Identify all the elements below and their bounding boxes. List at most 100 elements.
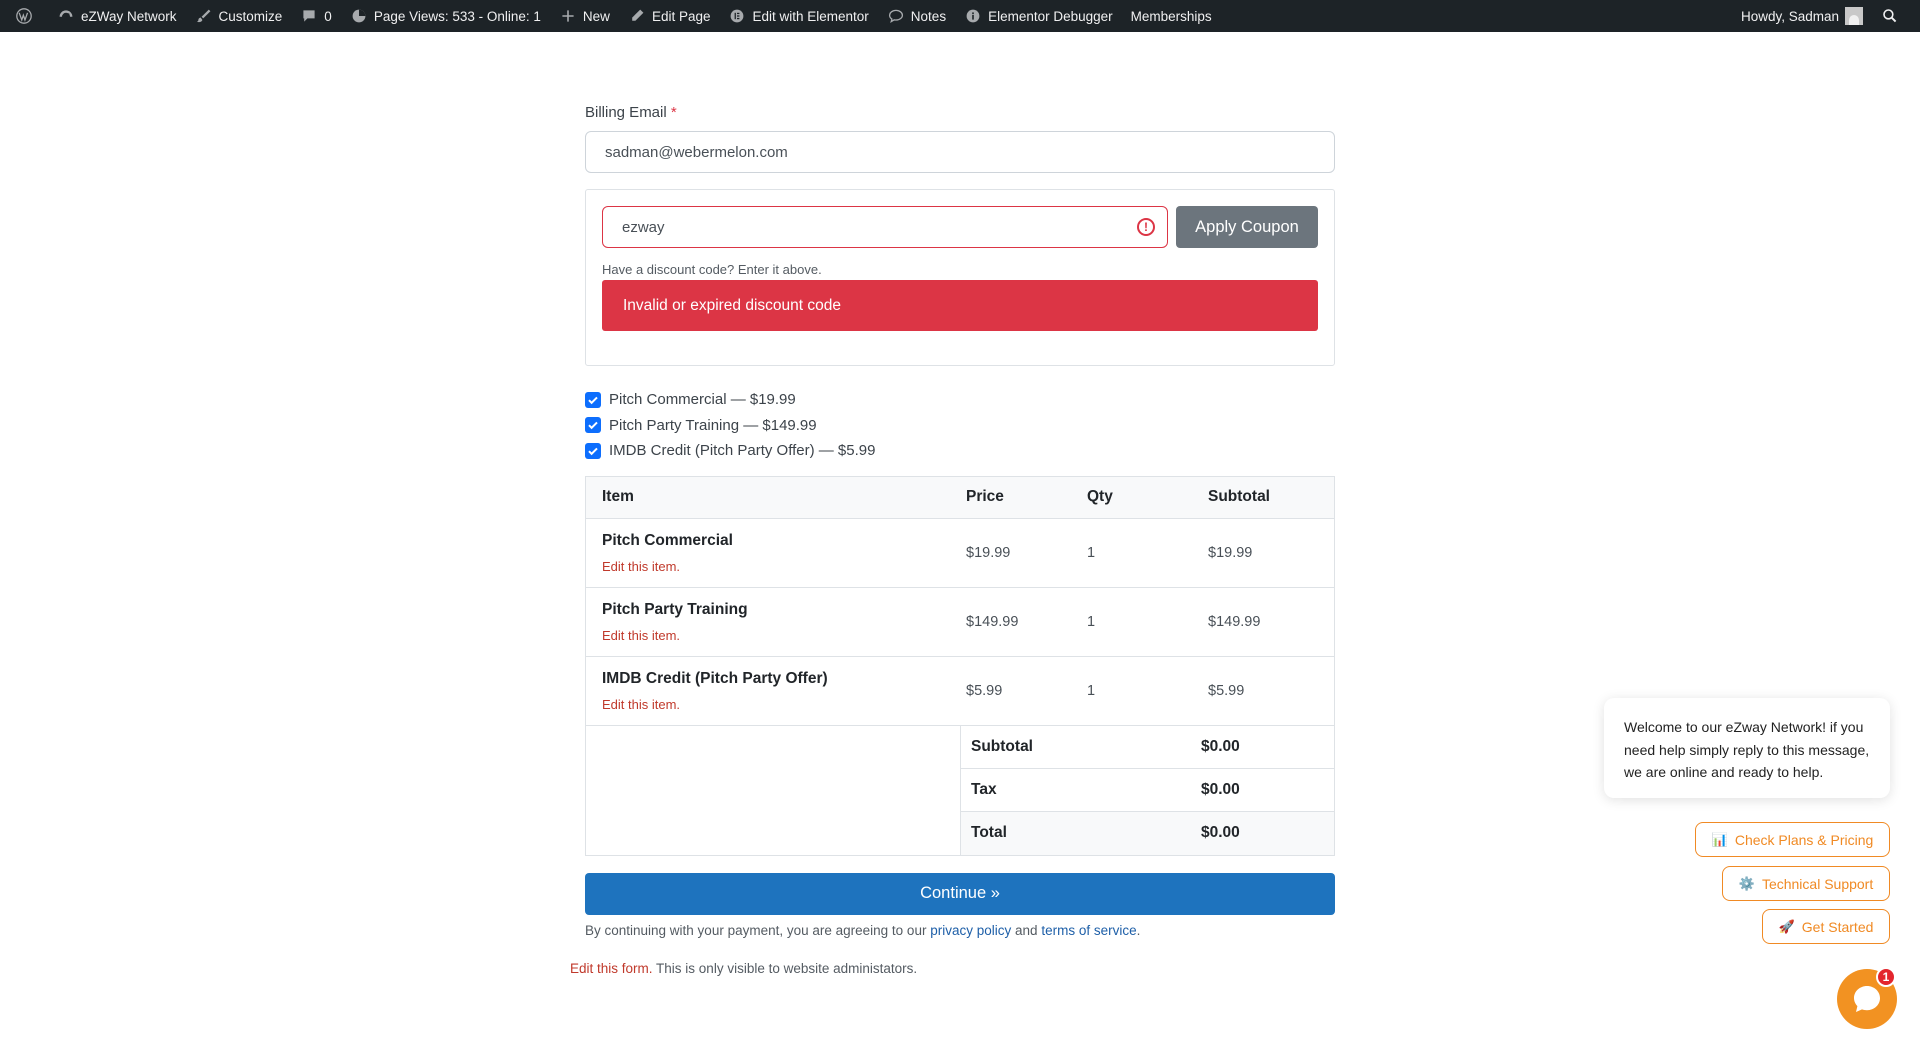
item-name: IMDB Credit (Pitch Party Offer) [602,669,828,687]
info-icon [964,7,982,25]
howdy-label: Howdy, Sadman [1740,8,1839,24]
table-row: Pitch Commercial Edit this item. $19.99 … [586,519,1334,588]
get-started-button[interactable]: 🚀 Get Started [1762,909,1890,944]
apply-coupon-button[interactable]: Apply Coupon [1176,206,1318,248]
bar-chart-icon: 📊 [1711,831,1728,847]
header-item: Item [602,488,634,505]
edit-item-link[interactable]: Edit this item. [602,559,966,574]
avatar [1845,7,1863,25]
header-subtotal: Subtotal [1208,488,1270,505]
checkout-form: Billing Email * sadman@webermelon.com ez… [585,96,1335,938]
total-row: Total $0.00 [961,811,1334,855]
item-price: $149.99 [966,613,1019,630]
table-row: Pitch Party Training Edit this item. $14… [586,588,1334,657]
edit-item-link[interactable]: Edit this item. [602,697,966,712]
customize-link[interactable]: Customize [186,0,292,32]
site-name-menu[interactable]: eZWay Network [48,0,186,32]
gear-icon: ⚙️ [1738,875,1755,891]
check-plans-button[interactable]: 📊 Check Plans & Pricing [1695,822,1890,857]
item-name: Pitch Commercial [602,531,733,549]
memberships-label: Memberships [1130,8,1212,24]
edit-elementor-label: Edit with Elementor [752,8,869,24]
wordpress-logo-button[interactable] [6,0,48,32]
edit-page-link[interactable]: Edit Page [619,0,720,32]
new-content-menu[interactable]: New [550,0,619,32]
site-name-label: eZWay Network [81,8,177,24]
speech-bubble-icon [887,7,905,25]
product-options: Pitch Commercial — $19.99 Pitch Party Tr… [585,387,1335,464]
tax-row: Tax $0.00 [961,769,1334,812]
item-qty: 1 [1087,682,1096,699]
admin-search-button[interactable] [1872,0,1914,32]
comments-count: 0 [324,8,332,24]
my-account-menu[interactable]: Howdy, Sadman [1732,0,1872,32]
item-subtotal: $5.99 [1208,682,1245,699]
edit-with-elementor-link[interactable]: Edit with Elementor [719,0,877,32]
admin-notice-text: This is only visible to website administ… [656,961,918,976]
debugger-label: Elementor Debugger [988,8,1113,24]
chat-welcome-message: Welcome to our eZway Network! if you nee… [1604,698,1890,798]
admin-bar: eZWay Network Customize 0 Page Views: 53… [0,0,1920,32]
subtotal-label: Subtotal [971,737,1033,755]
total-label: Total [971,824,1007,841]
header-price: Price [966,488,1004,505]
checkbox-checked-icon[interactable] [585,417,601,434]
plus-icon [559,7,577,25]
comments-link[interactable]: 0 [291,0,341,32]
item-qty: 1 [1087,544,1096,561]
privacy-policy-link[interactable]: privacy policy [930,923,1011,938]
tax-value: $0.00 [1201,780,1240,798]
comment-icon [300,7,318,25]
notes-link[interactable]: Notes [878,0,955,32]
option-pitch-party-training[interactable]: Pitch Party Training — $149.99 [585,413,1335,439]
continue-button[interactable]: Continue » [585,872,1335,915]
terms-text: By continuing with your payment, you are… [585,922,1141,938]
item-name: Pitch Party Training [602,600,748,618]
page-views-label: Page Views: 533 - Online: 1 [373,8,541,24]
search-icon [1881,7,1899,25]
order-table: Item Price Qty Subtotal Pitch Commercial… [585,475,1335,856]
total-value: $0.00 [1201,824,1240,841]
required-mark: * [670,104,677,121]
subtotal-value: $0.00 [1201,737,1240,755]
coupon-error-alert: Invalid or expired discount code [602,280,1318,331]
edit-page-label: Edit Page [651,8,711,24]
pencil-icon [628,7,646,25]
customize-label: Customize [218,8,283,24]
chat-bubble-icon [1854,986,1880,1012]
option-imdb-credit[interactable]: IMDB Credit (Pitch Party Offer) — $5.99 [585,438,1335,464]
item-subtotal: $149.99 [1208,613,1261,630]
table-row: IMDB Credit (Pitch Party Offer) Edit thi… [586,657,1334,726]
coupon-input[interactable]: ezway ! [602,206,1168,248]
item-price: $19.99 [966,544,1011,561]
item-price: $5.99 [966,682,1003,699]
option-label: Pitch Party Training — $149.99 [609,416,817,434]
page-views-link[interactable]: Page Views: 533 - Online: 1 [341,0,550,32]
billing-email-label: Billing Email * [585,104,677,121]
notes-label: Notes [910,8,947,24]
item-qty: 1 [1087,613,1096,630]
wordpress-icon [15,7,33,25]
elementor-icon [728,7,746,25]
coupon-value: ezway [622,218,665,236]
brush-icon [195,7,213,25]
memberships-link[interactable]: Memberships [1122,0,1221,32]
coupon-section: ezway ! Apply Coupon Have a discount cod… [585,189,1335,366]
table-header: Item Price Qty Subtotal [586,476,1334,519]
admin-notice: Edit this form. This is only visible to … [570,961,917,976]
tax-label: Tax [971,780,997,798]
option-label: IMDB Credit (Pitch Party Offer) — $5.99 [609,442,876,460]
billing-email-input[interactable]: sadman@webermelon.com [585,131,1335,173]
checkbox-checked-icon[interactable] [585,391,601,408]
elementor-debugger-link[interactable]: Elementor Debugger [955,0,1122,32]
new-label: New [582,8,610,24]
checkbox-checked-icon[interactable] [585,442,601,459]
edit-item-link[interactable]: Edit this item. [602,628,966,643]
coupon-hint: Have a discount code? Enter it above. [602,262,822,277]
dashboard-icon [57,7,75,25]
option-pitch-commercial[interactable]: Pitch Commercial — $19.99 [585,387,1335,413]
edit-form-link[interactable]: Edit this form. [570,961,653,976]
technical-support-button[interactable]: ⚙️ Technical Support [1722,866,1890,901]
totals-section: Subtotal $0.00 Tax $0.00 Total $0.00 [586,725,1334,855]
terms-of-service-link[interactable]: terms of service [1041,923,1136,938]
